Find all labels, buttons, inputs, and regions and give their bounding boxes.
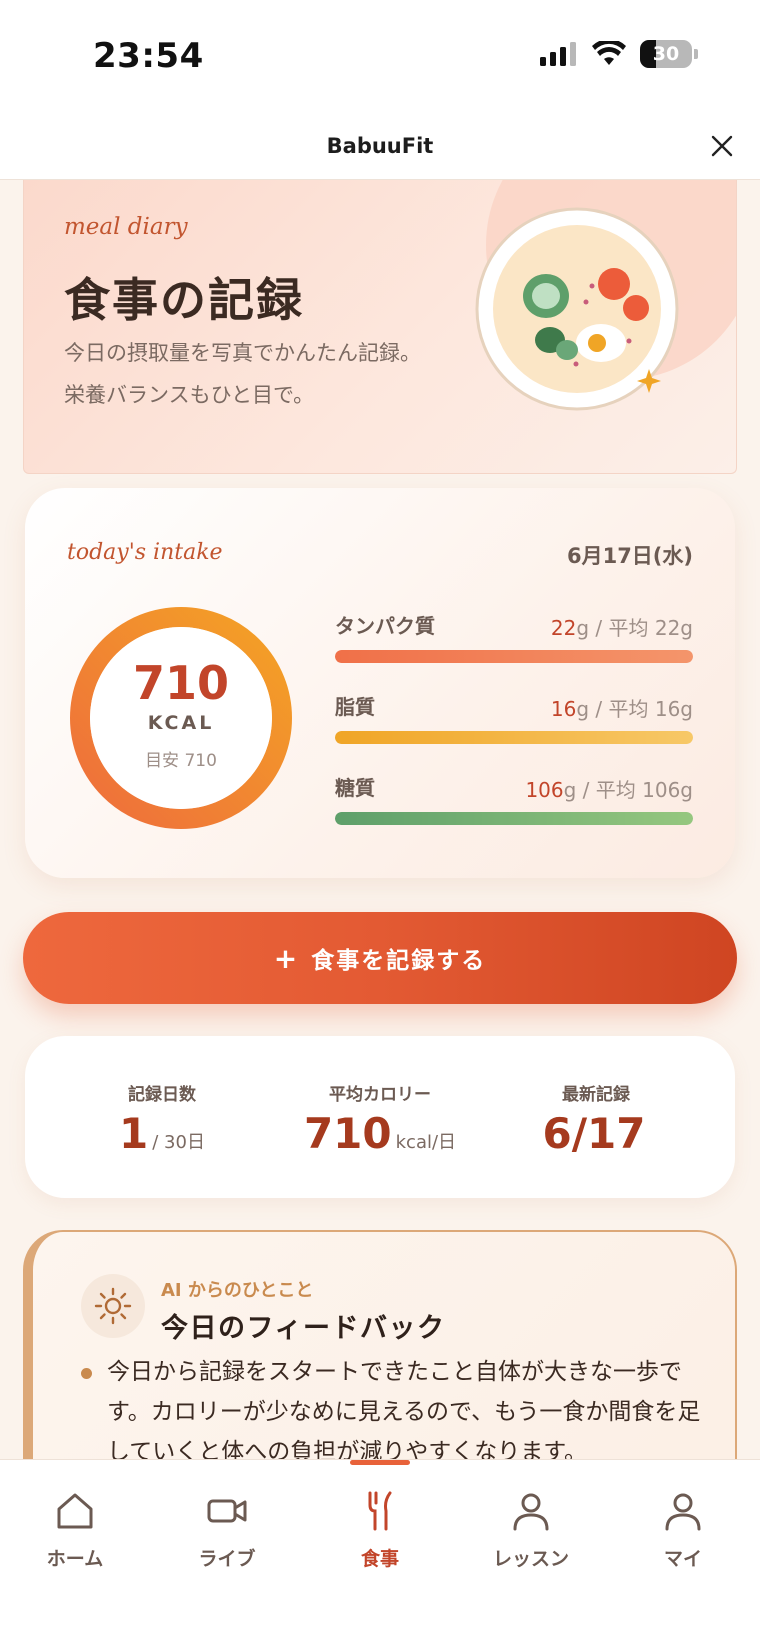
record-meal-button[interactable]: + 食事を記録する <box>23 912 737 1004</box>
battery-level: 30 <box>652 43 680 65</box>
home-icon <box>0 1488 150 1534</box>
macro-bar <box>335 650 693 663</box>
ai-feedback-card: AI からのひとこと 今日のフィードバック 今日から記録をスタートできたこと自体… <box>23 1230 737 1459</box>
feedback-title: 今日のフィードバック <box>161 1313 446 1344</box>
macro-name: 糖質 <box>335 776 375 800</box>
macro-bar <box>335 731 693 744</box>
signal-icon <box>540 42 576 66</box>
macro-bar <box>335 812 693 825</box>
stat-latest-record: 最新記録 6/17 <box>542 1085 646 1158</box>
macro-value: 22g / 平均 22g <box>550 616 693 640</box>
bottom-nav: ホーム ライブ 食事 レッスン マイ <box>0 1459 760 1648</box>
app-title: BabuuFit <box>326 134 434 158</box>
macro-name: タンパク質 <box>335 614 435 638</box>
nav-lesson[interactable]: レッスン <box>456 1488 606 1571</box>
active-tab-indicator <box>350 1460 410 1465</box>
main-content[interactable]: meal diary 食事の記録 今日の摂取量を写真でかんたん記録。栄養バランス… <box>0 180 760 1459</box>
stats-card: 記録日数 1/ 30日 平均カロリー 710 kcal/日 最新記録 6/17 <box>25 1036 735 1198</box>
nav-home[interactable]: ホーム <box>0 1488 150 1571</box>
macro-value: 16g / 平均 16g <box>550 697 693 721</box>
intake-date: 6月17日(水) <box>566 544 693 568</box>
wifi-icon <box>592 41 626 65</box>
feedback-item: 今日から記録をスタートできたこと自体が大きな一歩です。カロリーが少なめに見えるの… <box>81 1352 721 1459</box>
status-time: 23:54 <box>93 36 204 76</box>
battery-icon: 30 <box>640 40 692 68</box>
nav-live[interactable]: ライブ <box>152 1488 302 1571</box>
app-header: BabuuFit <box>0 112 760 180</box>
sun-icon <box>81 1274 145 1338</box>
utensils-icon <box>305 1488 455 1534</box>
stat-record-days: 記録日数 1/ 30日 <box>119 1085 205 1158</box>
nav-my[interactable]: マイ <box>608 1488 758 1571</box>
hero-description: 今日の摂取量を写真でかんたん記録。栄養バランスもひと目で。 <box>64 341 421 407</box>
calorie-target: 目安 710 <box>145 751 217 771</box>
macro-name: 脂質 <box>335 695 375 719</box>
stat-average-calories: 平均カロリー 710 kcal/日 <box>303 1085 457 1158</box>
status-icons: 30 <box>540 40 698 68</box>
status-bar: 23:54 30 <box>0 0 760 112</box>
intake-eyebrow: today's intake <box>67 540 223 565</box>
meal-plate-illustration <box>475 207 679 411</box>
feedback-eyebrow: AI からのひとこと <box>161 1280 314 1301</box>
nav-meal[interactable]: 食事 <box>305 1488 455 1571</box>
plus-icon: + <box>273 941 300 975</box>
calorie-value: 710 <box>132 656 230 710</box>
close-icon[interactable] <box>706 130 738 162</box>
person-icon <box>456 1488 606 1534</box>
video-icon <box>152 1488 302 1534</box>
record-meal-label: 食事を記録する <box>311 948 487 974</box>
hero-banner: meal diary 食事の記録 今日の摂取量を写真でかんたん記録。栄養バランス… <box>23 180 737 474</box>
today-intake-card: today's intake 6月17日(水) 710 KCAL 目安 710 … <box>25 488 735 878</box>
calorie-unit: KCAL <box>147 712 215 734</box>
macro-value: 106g / 平均 106g <box>525 778 693 802</box>
person-icon <box>608 1488 758 1534</box>
page-title: 食事の記録 <box>64 273 304 327</box>
hero-eyebrow: meal diary <box>64 214 188 240</box>
